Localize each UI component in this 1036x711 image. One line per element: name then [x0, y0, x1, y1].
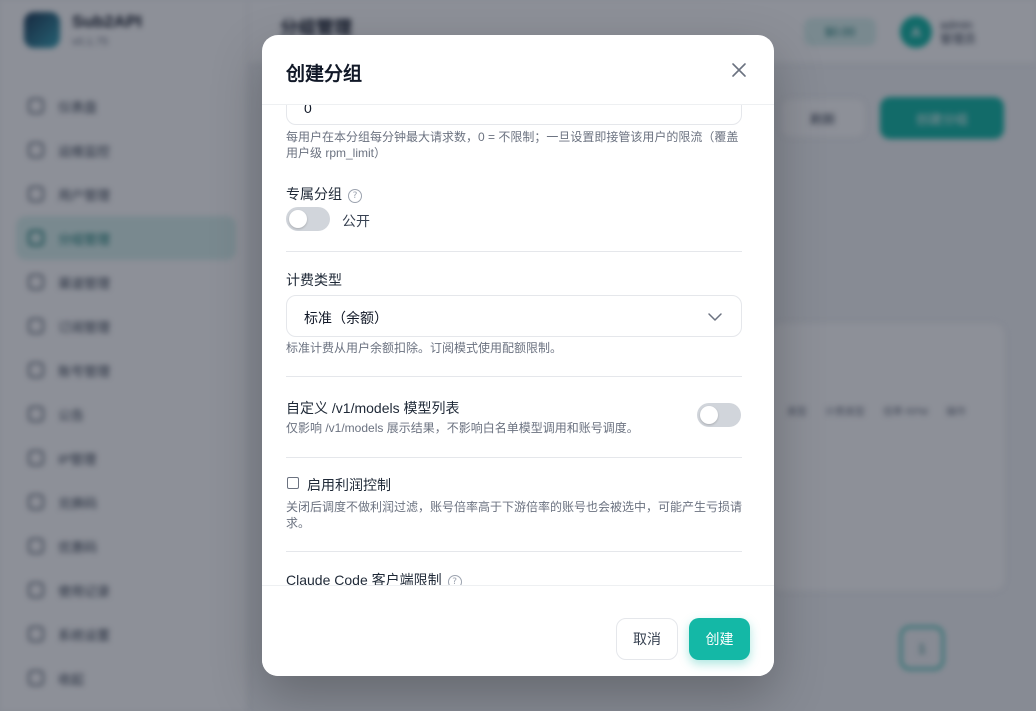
chevron-down-icon	[708, 313, 722, 321]
divider	[286, 251, 742, 252]
toggle-knob	[289, 210, 307, 228]
toggle-knob	[700, 406, 718, 424]
custom-models-toggle[interactable]	[697, 403, 741, 427]
question-icon[interactable]: ?	[348, 189, 362, 203]
exclusive-group-label: 专属分组?	[286, 184, 362, 204]
rpm-help-text: 每用户在本分组每分钟最大请求数，0 = 不限制；一旦设置即接管该用户的限流（覆盖…	[286, 130, 739, 160]
rpm-limit-input[interactable]: 0	[286, 105, 742, 125]
custom-models-help-text: 仅影响 /v1/models 展示结果，不影响白名单模型调用和账号调度。	[286, 421, 639, 435]
profit-control-label[interactable]: 启用利润控制	[307, 475, 391, 495]
create-button[interactable]: 创建	[689, 618, 750, 660]
divider	[286, 376, 742, 377]
exclusive-group-toggle[interactable]	[286, 207, 330, 231]
dialog-body[interactable]: 0 每用户在本分组每分钟最大请求数，0 = 不限制；一旦设置即接管该用户的限流（…	[262, 105, 774, 585]
profit-control-checkbox[interactable]	[287, 477, 299, 489]
dialog-header: 创建分组	[262, 35, 774, 105]
exclusive-group-state: 公开	[342, 213, 370, 229]
divider	[286, 551, 742, 552]
billing-help-text: 标准计费从用户余额扣除。订阅模式使用配额限制。	[286, 341, 563, 355]
create-group-dialog: 创建分组 0 每用户在本分组每分钟最大请求数，0 = 不限制；一旦设置即接管该用…	[262, 35, 774, 676]
divider	[286, 457, 742, 458]
exclusive-group-label-text: 专属分组	[286, 186, 342, 202]
profit-control-help-text: 关闭后调度不做利润过滤，账号倍率高于下游倍率的账号也会被选中，可能产生亏损请求。	[286, 500, 743, 530]
claude-code-restriction-text: Claude Code 客户端限制	[286, 572, 442, 585]
dialog-footer: 取消 创建	[262, 585, 774, 676]
close-icon[interactable]	[730, 61, 748, 79]
custom-models-label: 自定义 /v1/models 模型列表	[286, 400, 460, 416]
billing-type-value: 标准（余额）	[304, 310, 388, 326]
billing-type-label: 计费类型	[286, 272, 342, 288]
claude-code-restriction-label: Claude Code 客户端限制?	[286, 570, 462, 585]
billing-type-select[interactable]: 标准（余额）	[286, 295, 742, 337]
cancel-button[interactable]: 取消	[616, 618, 678, 660]
dialog-title: 创建分组	[286, 64, 363, 85]
question-icon[interactable]: ?	[447, 575, 462, 585]
